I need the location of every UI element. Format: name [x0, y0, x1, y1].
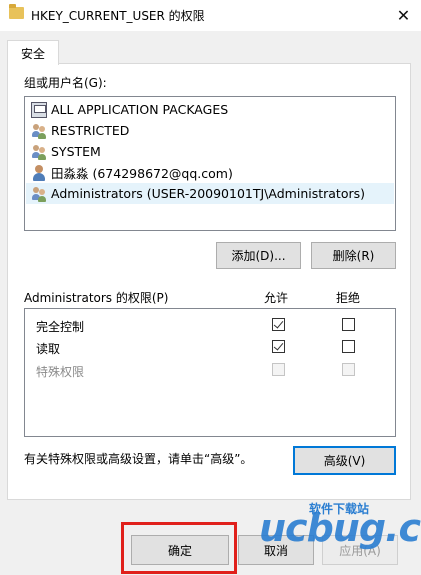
checkmark-icon	[273, 340, 284, 351]
allow-column-header: 允许	[264, 291, 289, 305]
permission-name: 读取	[36, 342, 61, 356]
user-group-icon	[31, 144, 47, 160]
list-item-label: Administrators (USER-20090101TJ\Administ…	[51, 186, 366, 201]
deny-checkbox[interactable]	[342, 340, 355, 353]
list-item-label: ALL APPLICATION PACKAGES	[51, 102, 229, 117]
user-icon	[31, 164, 47, 181]
allow-checkbox-disabled	[272, 363, 285, 376]
advanced-button[interactable]: 高级(V)	[293, 446, 396, 475]
list-item[interactable]: SYSTEM	[26, 141, 394, 162]
ok-highlight-box	[121, 522, 237, 574]
close-button[interactable]: ✕	[386, 0, 421, 31]
list-item[interactable]: 田淼淼 (674298672@qq.com)	[26, 162, 394, 183]
user-group-icon	[31, 123, 47, 139]
list-item-label: SYSTEM	[51, 144, 101, 159]
list-item-label: RESTRICTED	[51, 123, 130, 138]
folder-icon	[9, 4, 24, 19]
close-icon: ✕	[396, 6, 411, 25]
list-item-label: 田淼淼 (674298672@qq.com)	[51, 166, 233, 181]
advanced-note: 有关特殊权限或高级设置，请单击“高级”。	[24, 452, 253, 466]
user-group-icon	[31, 186, 47, 202]
permissions-header: Administrators 的权限(P)	[24, 291, 169, 305]
remove-button[interactable]: 删除(R)	[311, 242, 396, 269]
deny-checkbox-disabled	[342, 363, 355, 376]
allow-checkbox[interactable]	[272, 340, 285, 353]
tab-security[interactable]: 安全	[7, 40, 59, 65]
permissions-listbox: 完全控制 读取 特殊权限	[24, 308, 396, 437]
groups-listbox[interactable]: ALL APPLICATION PACKAGES RESTRICTED SYST…	[24, 96, 396, 231]
permission-name: 特殊权限	[36, 365, 85, 379]
apply-button: 应用(A)	[322, 535, 398, 565]
allow-checkbox[interactable]	[272, 318, 285, 331]
groups-label: 组或用户名(G):	[24, 76, 107, 90]
permission-name: 完全控制	[36, 320, 85, 334]
deny-column-header: 拒绝	[336, 291, 361, 305]
window-title: HKEY_CURRENT_USER 的权限	[31, 9, 205, 23]
list-item[interactable]: RESTRICTED	[26, 120, 394, 141]
cancel-button[interactable]: 取消	[238, 535, 314, 565]
checkmark-icon	[273, 318, 284, 329]
app-package-icon	[31, 101, 47, 118]
list-item[interactable]: ALL APPLICATION PACKAGES	[26, 99, 394, 120]
add-button[interactable]: 添加(D)...	[216, 242, 301, 269]
title-bar: HKEY_CURRENT_USER 的权限 ✕	[0, 0, 421, 31]
watermark-tagline: 软件下载站	[309, 502, 370, 516]
deny-checkbox[interactable]	[342, 318, 355, 331]
list-item-selected[interactable]: Administrators (USER-20090101TJ\Administ…	[26, 183, 394, 204]
